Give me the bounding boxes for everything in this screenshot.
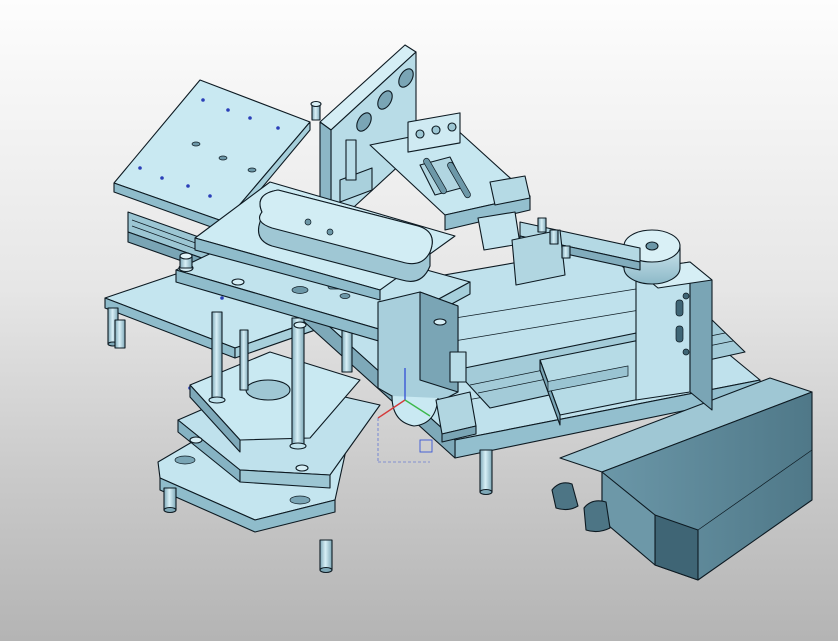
right-clamp-block [435, 391, 477, 443]
rail-legs [479, 449, 493, 496]
end-plate-feet [551, 482, 611, 533]
cad-3d-viewport[interactable] [0, 0, 838, 641]
machine-assembly-model [104, 44, 813, 581]
